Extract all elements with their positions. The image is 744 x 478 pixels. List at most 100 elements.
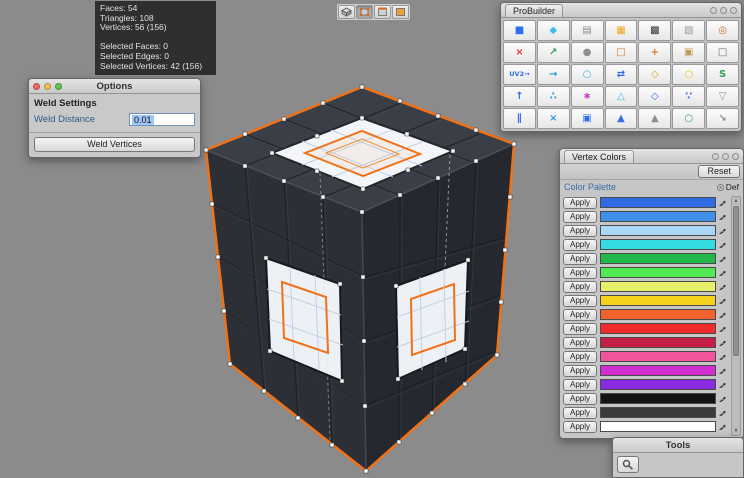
bezier-shape-icon[interactable]: S bbox=[706, 64, 739, 85]
insert-edge-loop-icon[interactable]: ∥ bbox=[503, 108, 536, 129]
weld-vertices-icon[interactable]: → bbox=[537, 64, 570, 85]
eyedropper-icon[interactable] bbox=[716, 380, 728, 389]
detach-faces-icon[interactable]: ▲ bbox=[638, 108, 671, 129]
connect-vertices-icon[interactable]: ∴ bbox=[537, 86, 570, 107]
scrollbar[interactable]: ▲ ▼ bbox=[731, 196, 741, 436]
eyedropper-icon[interactable] bbox=[716, 226, 728, 235]
color-swatch[interactable] bbox=[600, 239, 716, 250]
vertex-graph-icon[interactable]: ∵ bbox=[672, 86, 705, 107]
apply-button[interactable]: Apply bbox=[563, 239, 597, 251]
shrink-selection-icon[interactable]: ▣ bbox=[672, 42, 705, 63]
eyedropper-icon[interactable] bbox=[716, 408, 728, 417]
face-mode-button[interactable] bbox=[392, 5, 409, 19]
color-swatch[interactable] bbox=[600, 379, 716, 390]
window-button-icon[interactable] bbox=[722, 153, 729, 160]
color-swatch[interactable] bbox=[600, 323, 716, 334]
flip-normals-icon[interactable]: ◇ bbox=[638, 64, 671, 85]
apply-button[interactable]: Apply bbox=[563, 295, 597, 307]
eyedropper-icon[interactable] bbox=[716, 212, 728, 221]
snap-tool-button[interactable] bbox=[617, 456, 639, 473]
color-swatch[interactable] bbox=[600, 281, 716, 292]
window-button-icon[interactable] bbox=[720, 7, 727, 14]
new-text-icon[interactable]: ▤ bbox=[571, 20, 604, 41]
options-titlebar[interactable]: Options bbox=[29, 79, 200, 94]
probuilder-tab[interactable]: ProBuilder bbox=[505, 4, 563, 17]
weld-vertices-button[interactable]: Weld Vertices bbox=[34, 137, 195, 152]
color-swatch[interactable] bbox=[600, 407, 716, 418]
color-swatch[interactable] bbox=[600, 295, 716, 306]
eyedropper-icon[interactable] bbox=[716, 254, 728, 263]
scrollbar-thumb[interactable] bbox=[733, 206, 739, 356]
extrude-icon[interactable]: ↗ bbox=[537, 42, 570, 63]
def-button[interactable]: Def bbox=[726, 182, 739, 192]
object-picker-icon[interactable] bbox=[717, 184, 724, 191]
color-swatch[interactable] bbox=[600, 267, 716, 278]
apply-button[interactable]: Apply bbox=[563, 309, 597, 321]
smooth-normals-icon[interactable]: ○ bbox=[571, 64, 604, 85]
vertex-colors-tab[interactable]: Vertex Colors bbox=[564, 150, 634, 163]
collapse-vertices-icon[interactable]: × bbox=[537, 108, 570, 129]
eyedropper-icon[interactable] bbox=[716, 268, 728, 277]
split-vertices-icon[interactable]: ⇄ bbox=[605, 64, 638, 85]
eyedropper-icon[interactable] bbox=[716, 296, 728, 305]
new-shape-icon[interactable]: ■ bbox=[503, 20, 536, 41]
select-rect-icon[interactable]: □ bbox=[605, 42, 638, 63]
cube-mesh[interactable] bbox=[204, 85, 516, 473]
connect-edges-icon[interactable]: ∗ bbox=[571, 86, 604, 107]
apply-button[interactable]: Apply bbox=[563, 211, 597, 223]
edge-mode-button[interactable] bbox=[374, 5, 391, 19]
eyedropper-icon[interactable] bbox=[716, 338, 728, 347]
apply-button[interactable]: Apply bbox=[563, 225, 597, 237]
window-menu-icon[interactable] bbox=[730, 7, 737, 14]
eyedropper-icon[interactable] bbox=[716, 422, 728, 431]
probuilder-titlebar[interactable]: ProBuilder bbox=[501, 3, 741, 18]
weld-distance-input[interactable]: 0.01 bbox=[129, 113, 195, 126]
color-swatch[interactable] bbox=[600, 211, 716, 222]
export-icon[interactable]: ↑ bbox=[503, 86, 536, 107]
eyedropper-icon[interactable] bbox=[716, 394, 728, 403]
eyedropper-icon[interactable] bbox=[716, 352, 728, 361]
apply-button[interactable]: Apply bbox=[563, 351, 597, 363]
eyedropper-icon[interactable] bbox=[716, 198, 728, 207]
offset-elements-icon[interactable]: ▣ bbox=[571, 108, 604, 129]
apply-button[interactable]: Apply bbox=[563, 421, 597, 433]
color-swatch[interactable] bbox=[600, 253, 716, 264]
probuilderize-icon[interactable]: ◇ bbox=[638, 86, 671, 107]
reset-button[interactable]: Reset bbox=[698, 165, 740, 178]
color-swatch[interactable] bbox=[600, 309, 716, 320]
window-menu-icon[interactable] bbox=[732, 153, 739, 160]
poly-shape-icon[interactable]: ◆ bbox=[537, 20, 570, 41]
eyedropper-icon[interactable] bbox=[716, 282, 728, 291]
color-swatch[interactable] bbox=[600, 393, 716, 404]
select-hidden-icon[interactable]: □ bbox=[706, 42, 739, 63]
scroll-down-icon[interactable]: ▼ bbox=[732, 427, 740, 435]
arrow-tool-icon[interactable]: ↘ bbox=[706, 108, 739, 129]
color-swatch[interactable] bbox=[600, 365, 716, 376]
eyedropper-icon[interactable] bbox=[716, 324, 728, 333]
apply-button[interactable]: Apply bbox=[563, 267, 597, 279]
object-mode-button[interactable] bbox=[338, 5, 355, 19]
cylinder-icon[interactable]: ● bbox=[571, 42, 604, 63]
center-pivot-icon[interactable]: ◎ bbox=[706, 20, 739, 41]
color-swatch[interactable] bbox=[600, 351, 716, 362]
triangulate-icon[interactable]: △ bbox=[605, 86, 638, 107]
subdivide-icon[interactable]: ▽ bbox=[706, 86, 739, 107]
color-swatch[interactable] bbox=[600, 337, 716, 348]
merge-faces-icon[interactable]: ○ bbox=[672, 64, 705, 85]
eyedropper-icon[interactable] bbox=[716, 310, 728, 319]
uv-editor-icon[interactable]: ▩ bbox=[638, 20, 671, 41]
apply-button[interactable]: Apply bbox=[563, 281, 597, 293]
apply-button[interactable]: Apply bbox=[563, 393, 597, 405]
color-swatch[interactable] bbox=[600, 225, 716, 236]
window-button-icon[interactable] bbox=[710, 7, 717, 14]
apply-button[interactable]: Apply bbox=[563, 253, 597, 265]
vertex-colors-titlebar[interactable]: Vertex Colors bbox=[560, 149, 743, 164]
uv2-generate-icon[interactable]: UV2→ bbox=[503, 64, 536, 85]
unwrap-icon[interactable]: ▧ bbox=[672, 20, 705, 41]
material-editor-icon[interactable]: ▦ bbox=[605, 20, 638, 41]
apply-button[interactable]: Apply bbox=[563, 379, 597, 391]
apply-button[interactable]: Apply bbox=[563, 365, 597, 377]
window-button-icon[interactable] bbox=[712, 153, 719, 160]
eyedropper-icon[interactable] bbox=[716, 366, 728, 375]
apply-button[interactable]: Apply bbox=[563, 197, 597, 209]
